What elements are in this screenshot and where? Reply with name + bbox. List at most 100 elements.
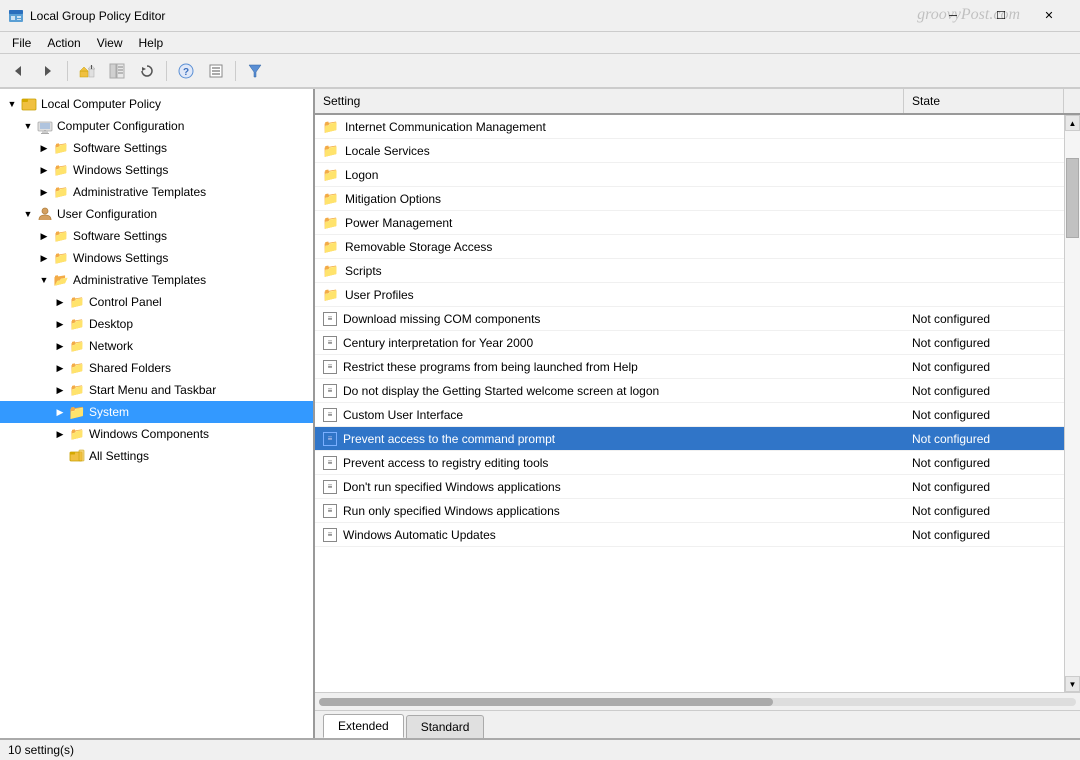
list-row[interactable]: 📁 Removable Storage Access — [315, 235, 1064, 259]
sys-expand[interactable]: ▶ — [52, 404, 68, 420]
scroll-down-button[interactable]: ▼ — [1065, 676, 1080, 692]
horizontal-scroll-area[interactable] — [315, 692, 1080, 710]
ss-uc-expand[interactable]: ▶ — [36, 228, 52, 244]
list-row[interactable]: ≡ Century interpretation for Year 2000 N… — [315, 331, 1064, 355]
list-area: 📁 Internet Communication Management 📁 Lo… — [315, 115, 1080, 692]
list-row[interactable]: ≡ Custom User Interface Not configured — [315, 403, 1064, 427]
cell-setting: ≡ Custom User Interface — [315, 408, 904, 422]
header-state[interactable]: State — [904, 89, 1064, 113]
tree-item-admin-templates-cc[interactable]: ▶ 📁 Administrative Templates — [0, 181, 313, 203]
list-row[interactable]: ≡ Windows Automatic Updates Not configur… — [315, 523, 1064, 547]
vertical-scrollbar[interactable]: ▲ ▼ — [1064, 115, 1080, 692]
ws-uc-expand[interactable]: ▶ — [36, 250, 52, 266]
list-row[interactable]: ≡ Prevent access to registry editing too… — [315, 451, 1064, 475]
cell-setting: ≡ Prevent access to registry editing too… — [315, 456, 904, 470]
show-hide-button[interactable] — [103, 57, 131, 85]
scroll-up-button[interactable]: ▲ — [1065, 115, 1080, 131]
h-scroll-track[interactable] — [319, 698, 1076, 706]
tree-item-shared-folders[interactable]: ▶ 📁 Shared Folders — [0, 357, 313, 379]
maximize-button[interactable]: ☐ — [978, 0, 1024, 32]
list-row[interactable]: ≡ Do not display the Getting Started wel… — [315, 379, 1064, 403]
tree-root[interactable]: ▼ Local Computer Policy — [0, 93, 313, 115]
root-icon — [20, 95, 38, 113]
tree-item-windows-settings-cc[interactable]: ▶ 📁 Windows Settings — [0, 159, 313, 181]
toolbar: ? — [0, 54, 1080, 88]
minimize-button[interactable]: ─ — [930, 0, 976, 32]
scroll-track[interactable] — [1065, 131, 1080, 676]
filter-button[interactable] — [241, 57, 269, 85]
list-row[interactable]: 📁 Scripts — [315, 259, 1064, 283]
tab-extended[interactable]: Extended — [323, 714, 404, 738]
list-row-selected[interactable]: ≡ Prevent access to the command prompt N… — [315, 427, 1064, 451]
menu-action[interactable]: Action — [39, 34, 88, 52]
setting-label: Download missing COM components — [343, 312, 540, 326]
list-content[interactable]: 📁 Internet Communication Management 📁 Lo… — [315, 115, 1064, 692]
tree-panel[interactable]: ▼ Local Computer Policy ▼ — [0, 89, 315, 738]
help-button[interactable]: ? — [172, 57, 200, 85]
tree-item-user-config[interactable]: ▼ User Configuration — [0, 203, 313, 225]
ws-cc-expand[interactable]: ▶ — [36, 162, 52, 178]
cell-setting: ≡ Run only specified Windows application… — [315, 504, 904, 518]
list-row[interactable]: 📁 Internet Communication Management — [315, 115, 1064, 139]
cp-expand[interactable]: ▶ — [52, 294, 68, 310]
menu-file[interactable]: File — [4, 34, 39, 52]
list-row[interactable]: 📁 Locale Services — [315, 139, 1064, 163]
net-expand[interactable]: ▶ — [52, 338, 68, 354]
menu-bar: File Action View Help — [0, 32, 1080, 54]
export-button[interactable] — [202, 57, 230, 85]
tree-label-shared-folders: Shared Folders — [89, 361, 171, 375]
tree-item-all-settings[interactable]: ▶ All Settings — [0, 445, 313, 467]
menu-help[interactable]: Help — [131, 34, 172, 52]
folder-icon-net: 📁 — [68, 337, 86, 355]
back-button[interactable] — [4, 57, 32, 85]
ss-cc-expand[interactable]: ▶ — [36, 140, 52, 156]
root-expand[interactable]: ▼ — [4, 96, 20, 112]
setting-row-icon: ≡ — [323, 336, 337, 350]
tree-item-computer-config[interactable]: ▼ Computer Configuration — [0, 115, 313, 137]
setting-row-icon: ≡ — [323, 408, 337, 422]
list-row[interactable]: 📁 User Profiles — [315, 283, 1064, 307]
wc-expand[interactable]: ▶ — [52, 426, 68, 442]
h-scroll-thumb[interactable] — [319, 698, 773, 706]
tree-item-admin-templates-uc[interactable]: ▼ 📂 Administrative Templates — [0, 269, 313, 291]
tree-item-desktop[interactable]: ▶ 📁 Desktop — [0, 313, 313, 335]
list-row[interactable]: 📁 Mitigation Options — [315, 187, 1064, 211]
cc-icon — [36, 117, 54, 135]
tree-label-all-settings: All Settings — [89, 449, 149, 463]
tab-standard[interactable]: Standard — [406, 715, 485, 738]
up-button[interactable] — [73, 57, 101, 85]
close-button[interactable]: ✕ — [1026, 0, 1072, 32]
folder-icon-ws-cc: 📁 — [52, 161, 70, 179]
folder-icon-sm: 📁 — [68, 381, 86, 399]
refresh-button[interactable] — [133, 57, 161, 85]
list-row[interactable]: ≡ Run only specified Windows application… — [315, 499, 1064, 523]
tree-item-windows-settings-uc[interactable]: ▶ 📁 Windows Settings — [0, 247, 313, 269]
tree-item-system[interactable]: ▶ 📁 System — [0, 401, 313, 423]
tree-item-start-menu[interactable]: ▶ 📁 Start Menu and Taskbar — [0, 379, 313, 401]
tree-item-control-panel[interactable]: ▶ 📁 Control Panel — [0, 291, 313, 313]
dt-expand[interactable]: ▶ — [52, 316, 68, 332]
header-setting[interactable]: Setting — [315, 89, 904, 113]
list-row[interactable]: ≡ Don't run specified Windows applicatio… — [315, 475, 1064, 499]
tree-item-windows-components[interactable]: ▶ 📁 Windows Components — [0, 423, 313, 445]
at-uc-expand[interactable]: ▼ — [36, 272, 52, 288]
folder-icon-at-cc: 📁 — [52, 183, 70, 201]
menu-view[interactable]: View — [89, 34, 131, 52]
tree-item-software-settings-uc[interactable]: ▶ 📁 Software Settings — [0, 225, 313, 247]
sm-expand[interactable]: ▶ — [52, 382, 68, 398]
list-row[interactable]: 📁 Power Management — [315, 211, 1064, 235]
cell-setting: 📁 Power Management — [315, 215, 904, 231]
forward-button[interactable] — [34, 57, 62, 85]
tree-item-network[interactable]: ▶ 📁 Network — [0, 335, 313, 357]
uc-expand[interactable]: ▼ — [20, 206, 36, 222]
setting-label: Run only specified Windows applications — [343, 504, 560, 518]
tree-item-software-settings-cc[interactable]: ▶ 📁 Software Settings — [0, 137, 313, 159]
scroll-thumb[interactable] — [1066, 158, 1079, 238]
cc-expand[interactable]: ▼ — [20, 118, 36, 134]
svg-text:?: ? — [183, 67, 189, 78]
at-cc-expand[interactable]: ▶ — [36, 184, 52, 200]
sf-expand[interactable]: ▶ — [52, 360, 68, 376]
list-row[interactable]: ≡ Download missing COM components Not co… — [315, 307, 1064, 331]
list-row[interactable]: 📁 Logon — [315, 163, 1064, 187]
list-row[interactable]: ≡ Restrict these programs from being lau… — [315, 355, 1064, 379]
